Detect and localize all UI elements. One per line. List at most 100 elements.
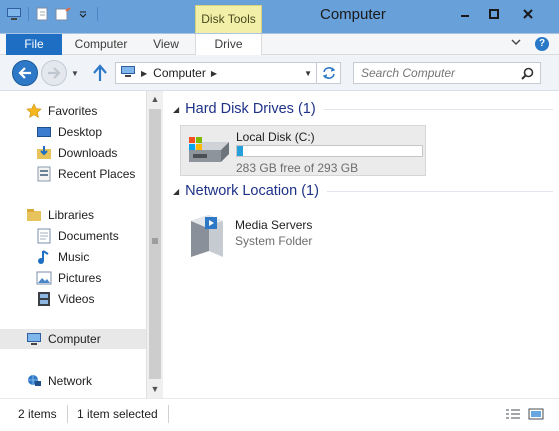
tab-drive[interactable]: Drive — [195, 34, 262, 56]
recent-locations-icon[interactable]: ▼ — [71, 69, 79, 78]
large-icons-view-icon[interactable] — [528, 407, 544, 421]
navigation-pane: Favorites Desktop Downloads Recent Place… — [0, 91, 146, 398]
nav-item-pictures[interactable]: Pictures — [0, 268, 146, 288]
nav-item-desktop[interactable]: Desktop — [0, 122, 146, 142]
back-button[interactable] — [12, 60, 38, 86]
pictures-icon — [36, 270, 52, 286]
toolbar-divider — [97, 7, 98, 21]
network-item-media-servers[interactable]: Media Servers System Folder — [185, 211, 385, 257]
network-group-header[interactable]: ◢ Network Location (1) — [173, 183, 553, 199]
nav-network[interactable]: Network — [0, 371, 146, 391]
address-bar[interactable]: ▶ Computer ▶ ▼ — [115, 62, 317, 84]
collapse-triangle-icon[interactable]: ◢ — [173, 105, 179, 114]
scroll-down-arrow[interactable]: ▼ — [147, 381, 163, 397]
libraries-icon — [26, 207, 42, 223]
status-divider — [67, 405, 68, 423]
group-divider — [323, 108, 553, 110]
hard-disk-group-header[interactable]: ◢ Hard Disk Drives (1) — [173, 101, 553, 117]
nav-item-label: Videos — [58, 292, 95, 306]
scroll-up-arrow[interactable]: ▲ — [147, 91, 163, 107]
nav-computer[interactable]: Computer — [0, 329, 146, 349]
nav-item-label: Music — [58, 250, 90, 264]
nav-item-label: Downloads — [58, 146, 118, 160]
tab-view[interactable]: View — [140, 34, 192, 55]
nav-item-label: Desktop — [58, 125, 103, 139]
expand-ribbon-icon[interactable] — [511, 37, 521, 50]
nav-favorites[interactable]: Favorites — [0, 101, 146, 121]
ribbon-tab-bar: File Computer View Drive ? — [0, 33, 559, 56]
nav-item-downloads[interactable]: Downloads — [0, 143, 146, 163]
group-label: Network Location (1) — [185, 183, 319, 199]
group-label: Hard Disk Drives (1) — [185, 101, 316, 117]
address-dropdown-icon[interactable]: ▼ — [304, 69, 312, 78]
title-bar: Disk Tools Computer — [0, 0, 559, 33]
nav-item-label: Recent Places — [58, 167, 136, 181]
nav-libraries[interactable]: Libraries — [0, 205, 146, 225]
search-box[interactable] — [353, 62, 541, 84]
search-input[interactable] — [354, 63, 514, 83]
forward-button[interactable] — [41, 60, 67, 86]
nav-item-label: Computer — [48, 332, 101, 346]
drive-usage-fill — [237, 146, 244, 156]
chevron-right-icon[interactable]: ▶ — [211, 69, 217, 78]
quick-access-toolbar — [6, 6, 100, 22]
tab-computer[interactable]: Computer — [68, 34, 134, 55]
customize-toolbar-icon[interactable] — [75, 6, 91, 22]
scroll-grip-icon — [152, 233, 158, 244]
drive-free-space: 283 GB free of 293 GB — [236, 161, 359, 175]
status-item-count: 2 items — [18, 407, 57, 421]
up-button[interactable] — [93, 64, 109, 82]
nav-item-label: Libraries — [48, 208, 95, 222]
explorer-window: Disk Tools Computer File Computer View D… — [0, 0, 559, 431]
window-title: Computer — [320, 6, 386, 23]
status-divider — [168, 405, 169, 423]
network-icon — [26, 373, 42, 389]
drive-item-local-disk[interactable]: Local Disk (C:) 283 GB free of 293 GB — [180, 125, 426, 176]
details-view-icon[interactable] — [505, 407, 521, 421]
music-icon — [36, 249, 52, 265]
documents-icon — [36, 228, 52, 244]
recent-places-icon — [36, 166, 52, 182]
new-folder-icon[interactable] — [55, 6, 71, 22]
nav-item-documents[interactable]: Documents — [0, 226, 146, 246]
help-icon[interactable]: ? — [535, 37, 549, 51]
network-item-type: System Folder — [235, 234, 313, 248]
computer-icon — [120, 65, 136, 81]
close-button[interactable] — [514, 4, 542, 24]
nav-pane-scrollbar[interactable]: ▲ ▼ — [146, 91, 163, 398]
collapse-triangle-icon[interactable]: ◢ — [173, 187, 179, 196]
refresh-button[interactable] — [317, 62, 341, 84]
chevron-right-icon[interactable]: ▶ — [141, 69, 147, 78]
nav-item-label: Documents — [58, 229, 119, 243]
star-icon — [26, 103, 42, 119]
network-item-name: Media Servers — [235, 218, 313, 232]
status-bar: 2 items 1 item selected — [0, 398, 559, 431]
contextual-tab-group-label: Disk Tools — [195, 5, 262, 33]
properties-icon[interactable] — [35, 6, 51, 22]
drive-name: Local Disk (C:) — [236, 130, 315, 144]
downloads-icon — [36, 145, 52, 161]
tab-file[interactable]: File — [6, 34, 62, 55]
toolbar-divider — [28, 7, 29, 21]
drive-usage-bar — [236, 145, 423, 157]
nav-item-label: Pictures — [58, 271, 102, 285]
nav-item-videos[interactable]: Videos — [0, 289, 146, 309]
hard-drive-icon — [185, 134, 233, 171]
search-icon[interactable] — [521, 67, 534, 83]
computer-icon — [26, 331, 42, 347]
navigation-bar: ▼ ▶ Computer ▶ ▼ — [0, 55, 559, 91]
scroll-thumb[interactable] — [149, 109, 161, 379]
maximize-button[interactable] — [480, 4, 508, 24]
address-location[interactable]: Computer — [153, 66, 206, 80]
videos-icon — [36, 291, 52, 307]
minimize-button[interactable] — [451, 4, 479, 24]
computer-icon[interactable] — [6, 6, 22, 22]
group-divider — [326, 190, 553, 192]
nav-item-music[interactable]: Music — [0, 247, 146, 267]
nav-item-recent-places[interactable]: Recent Places — [0, 164, 146, 184]
desktop-icon — [36, 124, 52, 140]
nav-item-label: Network — [48, 374, 93, 388]
nav-item-label: Favorites — [48, 104, 98, 118]
status-selection: 1 item selected — [77, 407, 158, 421]
content-pane: ◢ Hard Disk Drives (1) Local Disk (C:) 2… — [163, 91, 559, 398]
